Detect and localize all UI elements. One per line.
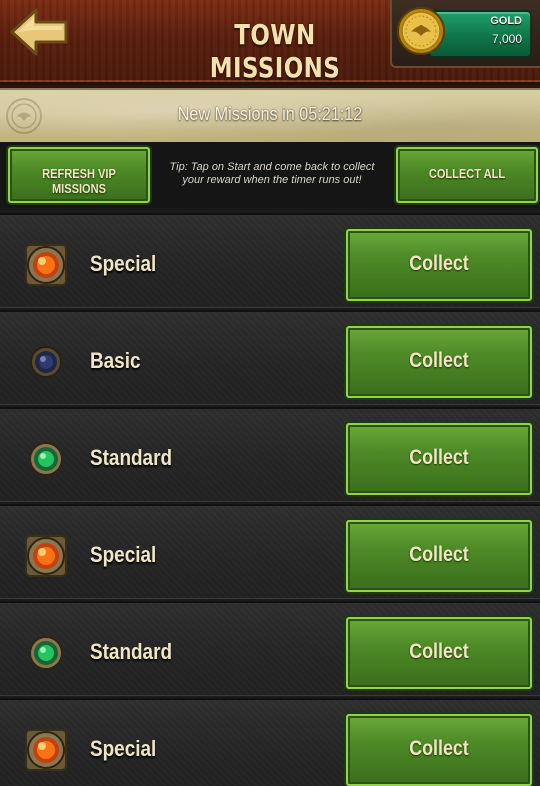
mission-list: Special Collect Basic Collect Standard C… bbox=[0, 213, 540, 786]
refresh-vip-missions-button[interactable]: REFRESH VIP MISSIONS bbox=[8, 147, 150, 203]
refresh-vip-missions-label: REFRESH VIP MISSIONS bbox=[42, 166, 116, 196]
mission-row: Standard Collect bbox=[0, 601, 540, 696]
collect-all-button[interactable]: COLLECT ALL bbox=[396, 147, 538, 203]
basic-gem-icon bbox=[30, 346, 62, 378]
back-button[interactable] bbox=[8, 6, 74, 58]
collect-button-label: Collect bbox=[409, 446, 469, 469]
special-gem-icon bbox=[25, 244, 67, 286]
collect-button[interactable]: Collect bbox=[346, 714, 532, 786]
mission-type-label: Standard bbox=[90, 445, 173, 470]
header-bar: TOWN MISSIONS GOLD 7,000 bbox=[0, 0, 540, 85]
gold-label: GOLD bbox=[490, 15, 522, 27]
action-bar: REFRESH VIP MISSIONS Tip: Tap on Start a… bbox=[0, 142, 540, 208]
collect-button-label: Collect bbox=[409, 543, 469, 566]
mission-row: Special Collect bbox=[0, 698, 540, 786]
mission-type-label: Special bbox=[90, 542, 157, 567]
mission-type-label: Special bbox=[90, 251, 157, 276]
mission-row: Basic Collect bbox=[0, 310, 540, 405]
gold-coin-icon bbox=[397, 7, 445, 55]
tip-text: Tip: Tap on Start and come back to colle… bbox=[169, 161, 375, 186]
mission-row: Special Collect bbox=[0, 504, 540, 599]
standard-gem-icon bbox=[29, 636, 63, 670]
collect-button[interactable]: Collect bbox=[346, 423, 532, 495]
collect-button[interactable]: Collect bbox=[346, 229, 532, 301]
new-missions-timer: New Missions in 05:21:12 bbox=[177, 104, 363, 124]
collect-button[interactable]: Collect bbox=[346, 326, 532, 398]
gold-panel: GOLD 7,000 bbox=[390, 0, 540, 68]
mission-type-label: Special bbox=[90, 736, 157, 761]
town-missions-screen: TOWN MISSIONS GOLD 7,000 New Missions in… bbox=[0, 0, 540, 786]
standard-gem-icon bbox=[29, 442, 63, 476]
new-missions-banner: New Missions in 05:21:12 bbox=[0, 88, 540, 144]
special-gem-icon bbox=[25, 729, 67, 771]
mission-row: Special Collect bbox=[0, 213, 540, 308]
collect-button-label: Collect bbox=[409, 640, 469, 663]
mission-type-label: Basic bbox=[90, 348, 141, 373]
seal-emblem-icon bbox=[6, 98, 42, 134]
special-gem-icon bbox=[25, 535, 67, 577]
mission-row: Standard Collect bbox=[0, 407, 540, 502]
mission-type-label: Standard bbox=[90, 639, 173, 664]
back-arrow-icon bbox=[10, 8, 68, 56]
collect-all-label: COLLECT ALL bbox=[428, 166, 506, 181]
collect-button-label: Collect bbox=[409, 349, 469, 372]
gold-value: 7,000 bbox=[491, 32, 522, 46]
collect-button-label: Collect bbox=[409, 737, 469, 760]
collect-button-label: Collect bbox=[409, 252, 469, 275]
page-title: TOWN MISSIONS bbox=[209, 18, 341, 84]
collect-button[interactable]: Collect bbox=[346, 520, 532, 592]
collect-button[interactable]: Collect bbox=[346, 617, 532, 689]
